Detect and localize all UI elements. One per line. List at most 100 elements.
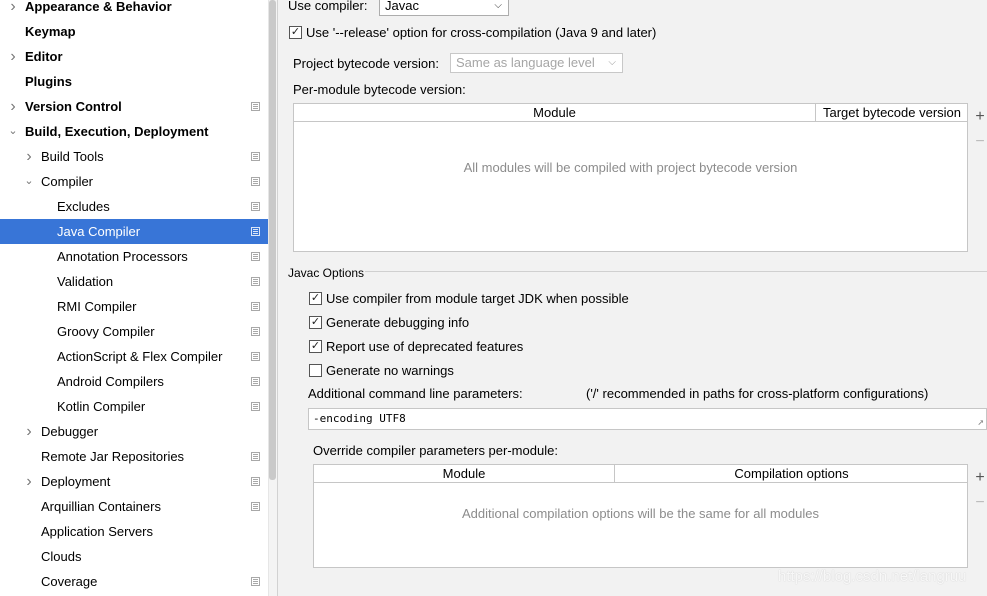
chevron-down-icon: ⌵ [494,0,502,11]
bytecode-version-label: Project bytecode version: [293,56,439,71]
add-module-button[interactable]: + [973,109,987,125]
sidebar-item-label: Clouds [41,549,82,564]
chevron-right-icon[interactable]: › [8,44,18,69]
sidebar-item-debugger[interactable]: › Debugger [0,419,268,444]
sidebar-item-label: Appearance & Behavior [25,0,172,14]
sidebar-item-groovy-compiler[interactable]: Groovy Compiler [0,319,268,344]
javac-option-label: Use compiler from module target JDK when… [326,291,629,306]
project-level-icon [251,502,260,511]
per-module-table[interactable]: Module Target bytecode version All modul… [293,103,968,252]
sidebar-item-rmi-compiler[interactable]: RMI Compiler [0,294,268,319]
javac-option-checkbox[interactable]: ✓ [309,292,322,305]
additional-params-input[interactable]: -encoding UTF8 ↗ [308,408,987,430]
column-header-target-bytecode[interactable]: Target bytecode version [816,104,968,121]
project-level-icon [251,327,260,336]
project-level-icon [251,302,260,311]
chevron-down-icon[interactable]: ⌄ [24,169,34,194]
sidebar-item-version-control[interactable]: › Version Control [0,94,268,119]
use-compiler-value: Javac [385,0,419,13]
use-compiler-select[interactable]: Javac ⌵ [379,0,509,16]
sidebar-item-label: Deployment [41,474,111,489]
sidebar-item-coverage[interactable]: Coverage [0,569,268,594]
column-header-module[interactable]: Module [314,465,614,482]
javac-option-label: Generate debugging info [326,315,470,330]
additional-params-value: -encoding UTF8 [313,412,406,425]
release-option-label: Use '--release' option for cross-compila… [306,25,657,40]
sidebar-item-label: Coverage [41,574,98,589]
sidebar-item-label: Debugger [41,424,99,439]
sidebar-item-validation[interactable]: Validation [0,269,268,294]
sidebar-item-deployment[interactable]: › Deployment [0,469,268,494]
javac-option-label: Generate no warnings [326,363,454,378]
sidebar-item-actionscript-flex-compiler[interactable]: ActionScript & Flex Compiler [0,344,268,369]
panel-divider[interactable] [277,0,278,596]
sidebar-item-annotation-processors[interactable]: Annotation Processors [0,244,268,269]
chevron-right-icon[interactable]: › [24,419,34,444]
project-level-icon [251,227,260,236]
sidebar-item-excludes[interactable]: Excludes [0,194,268,219]
project-level-icon [251,252,260,261]
expand-icon[interactable]: ↗ [977,412,984,432]
sidebar-item-arquillian-containers[interactable]: Arquillian Containers [0,494,268,519]
project-level-icon [251,477,260,486]
project-level-icon [251,177,260,186]
override-label: Override compiler parameters per-module: [313,443,558,458]
javac-option-checkbox[interactable]: ✓ [309,316,322,329]
sidebar-item-label: Groovy Compiler [57,324,155,339]
sidebar-item-label: Annotation Processors [57,249,188,264]
per-module-table-header: Module Target bytecode version [294,104,967,122]
override-table[interactable]: Module Compilation options Additional co… [313,464,968,568]
javac-options-title: Javac Options [288,266,365,280]
javac-option-label: Report use of deprecated features [326,339,524,354]
sidebar-item-application-servers[interactable]: Application Servers [0,519,268,544]
add-override-button[interactable]: + [973,470,987,486]
project-level-icon [251,402,260,411]
chevron-right-icon[interactable]: › [8,94,18,119]
sidebar-item-remote-jar-repositories[interactable]: Remote Jar Repositories [0,444,268,469]
project-level-icon [251,352,260,361]
sidebar-item-android-compilers[interactable]: Android Compilers [0,369,268,394]
section-separator [365,271,987,272]
sidebar-item-label: Editor [25,49,63,64]
release-option-checkbox[interactable]: ✓ [289,26,302,39]
column-header-compilation-options[interactable]: Compilation options [615,465,968,482]
javac-option-checkbox[interactable] [309,364,322,377]
sidebar-item-label: Version Control [25,99,122,114]
chevron-down-icon[interactable]: ⌄ [8,119,18,144]
sidebar-item-label: Validation [57,274,114,289]
sidebar-item-label: Application Servers [41,524,153,539]
sidebar-item-label: Excludes [57,199,110,214]
sidebar-item-label: Kotlin Compiler [57,399,146,414]
sidebar-item-clouds[interactable]: Clouds [0,544,268,569]
settings-sidebar: › Appearance & Behavior Keymap › Editor Plugi… [0,0,268,596]
sidebar-item-label: Build, Execution, Deployment [25,124,209,139]
column-header-module[interactable]: Module [294,104,815,121]
chevron-right-icon[interactable]: › [24,469,34,494]
chevron-right-icon[interactable]: › [24,144,34,169]
sidebar-item-plugins[interactable]: Plugins [0,69,268,94]
sidebar-item-build-tools[interactable]: › Build Tools [0,144,268,169]
additional-params-hint: ('/' recommended in paths for cross-plat… [586,386,929,401]
project-level-icon [251,277,260,286]
sidebar-item-compiler[interactable]: ⌄ Compiler [0,169,268,194]
override-empty-text: Additional compilation options will be t… [462,506,819,521]
sidebar-item-build-execution-deployment[interactable]: ⌄ Build, Execution, Deployment [0,119,268,144]
project-level-icon [251,102,260,111]
sidebar-item-kotlin-compiler[interactable]: Kotlin Compiler [0,394,268,419]
sidebar-item-java-compiler[interactable]: Java Compiler [0,219,268,244]
sidebar-item-label: Arquillian Containers [41,499,161,514]
sidebar-item-appearance-behavior[interactable]: › Appearance & Behavior [0,0,268,19]
remove-module-button[interactable]: − [973,134,987,150]
use-compiler-label: Use compiler: [288,0,368,13]
sidebar-item-label: Build Tools [41,149,104,164]
bytecode-version-select[interactable]: Same as language level ⌵ [450,53,623,73]
sidebar-item-keymap[interactable]: Keymap [0,19,268,44]
chevron-down-icon: ⌵ [608,57,616,68]
javac-option-checkbox[interactable]: ✓ [309,340,322,353]
sidebar-scrollbar-thumb[interactable] [269,0,276,480]
remove-override-button[interactable]: − [973,495,987,511]
sidebar-item-label: Android Compilers [57,374,164,389]
project-level-icon [251,452,260,461]
chevron-right-icon[interactable]: › [8,0,18,19]
sidebar-item-editor[interactable]: › Editor [0,44,268,69]
